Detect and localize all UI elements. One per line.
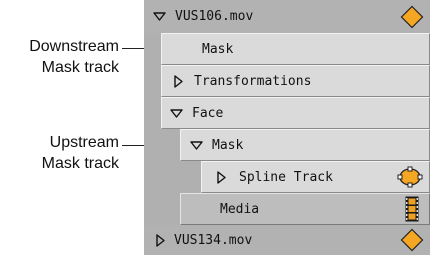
disclosure-triangle-down-icon[interactable] (152, 9, 167, 24)
track-row-face[interactable]: Face (161, 97, 430, 129)
diamond-icon (400, 228, 424, 252)
track-label: Media (220, 201, 260, 217)
track-label: Mask (202, 41, 234, 57)
track-label: VUS106.mov (175, 9, 254, 24)
disclosure-triangle-right-icon[interactable] (171, 74, 186, 89)
track-row-mask-upstream[interactable]: Mask (180, 129, 430, 161)
track-label: Mask (212, 137, 244, 153)
annotation-downstream-line2: Mask track (41, 59, 119, 76)
annotation-upstream-line1: Upstream (49, 134, 119, 151)
track-tree-panel: VUS106.mov Mask Transformations Face Mas… (144, 0, 430, 255)
track-label: Spline Track (239, 169, 333, 185)
track-row-mask-downstream[interactable]: Mask (161, 33, 430, 65)
disclosure-triangle-right-icon[interactable] (153, 233, 168, 248)
track-label: VUS134.mov (174, 232, 253, 248)
disclosure-triangle-right-icon[interactable] (214, 170, 229, 185)
disclosure-triangle-down-icon[interactable] (169, 106, 184, 121)
disclosure-triangle-down-icon[interactable] (189, 138, 204, 153)
upstream-mask-annotation: Upstream Mask track (0, 132, 119, 174)
spline-node-icon (397, 166, 423, 188)
downstream-mask-annotation: Downstream Mask track (0, 36, 119, 78)
track-label: Transformations (194, 73, 312, 89)
annotation-downstream-line1: Downstream (29, 38, 119, 55)
film-strip-icon (405, 196, 419, 222)
track-row-transformations[interactable]: Transformations (161, 65, 430, 97)
track-label: Face (192, 105, 224, 121)
track-row-vus134[interactable]: VUS134.mov (144, 225, 430, 255)
track-row-vus106[interactable]: VUS106.mov (144, 0, 430, 33)
diamond-icon (400, 5, 424, 29)
annotation-upstream-line2: Mask track (41, 155, 119, 172)
track-row-media[interactable]: Media (180, 193, 430, 225)
track-row-spline-track[interactable]: Spline Track (201, 161, 430, 193)
